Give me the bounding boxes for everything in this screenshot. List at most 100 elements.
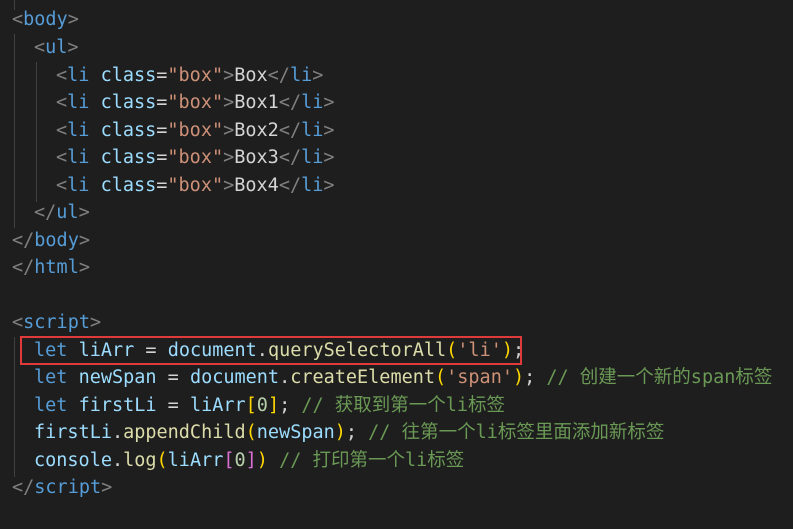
dot: . bbox=[111, 449, 124, 471]
operator: = bbox=[167, 394, 179, 416]
angle-bracket: > bbox=[323, 174, 335, 196]
code-line[interactable]: <li class="box">Box2</li> bbox=[56, 117, 335, 145]
variable: liArr bbox=[167, 449, 224, 471]
equals-sign: = bbox=[156, 92, 168, 113]
paren: ) bbox=[256, 449, 268, 471]
code-line[interactable]: <script> bbox=[12, 309, 101, 337]
code-line[interactable]: <li class="box">Box4</li> bbox=[56, 172, 335, 200]
tag-name: li bbox=[67, 92, 90, 113]
code-line[interactable]: <li class="box">Box1</li> bbox=[56, 89, 335, 117]
indent-guide bbox=[14, 337, 15, 477]
tag-name: script bbox=[34, 477, 102, 498]
tag-name: body bbox=[34, 229, 79, 251]
code-line[interactable]: let firstLi = liArr[0]; // 获取到第一个li标签 bbox=[34, 392, 505, 420]
attribute-value: "box" bbox=[167, 64, 224, 86]
tag-name: li bbox=[67, 119, 90, 141]
angle-bracket: </ bbox=[278, 92, 302, 113]
tag-name: body bbox=[23, 9, 68, 30]
code-line[interactable]: let newSpan = document.createElement('sp… bbox=[34, 364, 772, 392]
tag-name: li bbox=[301, 92, 324, 113]
code-line[interactable]: let liArr = document.querySelectorAll('l… bbox=[34, 337, 524, 365]
code-line[interactable]: </ul> bbox=[34, 199, 90, 227]
angle-bracket: > bbox=[223, 147, 235, 168]
object: document bbox=[189, 367, 280, 388]
bracket: ] bbox=[267, 394, 280, 416]
angle-bracket: > bbox=[323, 147, 335, 168]
equals-sign: = bbox=[156, 64, 168, 86]
angle-bracket: </ bbox=[12, 257, 35, 278]
operator: = bbox=[145, 339, 157, 361]
dot: . bbox=[111, 422, 124, 443]
angle-bracket: > bbox=[323, 119, 335, 141]
paren: ) bbox=[501, 339, 513, 361]
keyword: let bbox=[34, 367, 68, 388]
variable: firstLi bbox=[78, 394, 157, 416]
tag-name: li bbox=[289, 64, 313, 86]
code-line[interactable]: <body> bbox=[12, 6, 79, 34]
code-line[interactable]: <ul> bbox=[34, 34, 79, 62]
angle-bracket: > bbox=[323, 92, 335, 113]
code-line[interactable]: </html> bbox=[12, 254, 90, 282]
paren: ) bbox=[334, 422, 346, 443]
angle-bracket: > bbox=[223, 64, 235, 86]
angle-bracket: > bbox=[67, 37, 79, 58]
angle-bracket: </ bbox=[278, 174, 302, 196]
angle-bracket: > bbox=[67, 9, 79, 30]
code-line[interactable]: </body> bbox=[12, 227, 90, 255]
angle-bracket: </ bbox=[12, 477, 35, 498]
code-comment: // 获取到第一个li标签 bbox=[301, 394, 506, 416]
code-line[interactable]: <li class="box">Box3</li> bbox=[56, 144, 335, 172]
bracket: [ bbox=[223, 449, 235, 471]
code-line[interactable]: console.log(liArr[0]) // 打印第一个li标签 bbox=[34, 447, 464, 475]
tag-name: ul bbox=[45, 37, 68, 58]
paren: ( bbox=[156, 449, 168, 471]
code-comment: // 往第一个li标签里面添加新标签 bbox=[368, 422, 665, 443]
equals-sign: = bbox=[156, 174, 168, 196]
code-comment: // 打印第一个li标签 bbox=[279, 449, 465, 471]
angle-bracket: > bbox=[78, 257, 90, 278]
angle-bracket: > bbox=[312, 64, 324, 86]
tag-name: li bbox=[301, 174, 324, 196]
angle-bracket: > bbox=[101, 477, 113, 498]
function-name: querySelectorAll bbox=[267, 339, 447, 361]
attribute-name: class bbox=[100, 174, 157, 196]
paren: ) bbox=[512, 367, 525, 388]
tag-name: li bbox=[67, 147, 90, 168]
li-text: Box1 bbox=[234, 92, 279, 113]
dot: . bbox=[256, 339, 268, 361]
angle-bracket: > bbox=[223, 92, 235, 113]
angle-bracket: < bbox=[56, 64, 68, 86]
attribute-name: class bbox=[100, 147, 157, 168]
tag-name: li bbox=[67, 64, 90, 86]
angle-bracket: < bbox=[12, 312, 24, 333]
code-editor[interactable]: <body> <ul> <li class="box">Box</li> <li… bbox=[0, 0, 793, 529]
tag-name: script bbox=[23, 312, 90, 333]
code-line[interactable]: </script> bbox=[12, 474, 112, 502]
string-literal: 'span' bbox=[446, 367, 513, 388]
tag-name: html bbox=[34, 257, 79, 278]
angle-bracket: > bbox=[223, 119, 235, 141]
code-line[interactable]: <li class="box">Box</li> bbox=[56, 62, 323, 90]
angle-bracket: </ bbox=[278, 147, 302, 168]
angle-bracket: < bbox=[56, 92, 68, 113]
angle-bracket: </ bbox=[12, 229, 35, 251]
code-line[interactable]: firstLi.appendChild(newSpan); // 往第一个li标… bbox=[34, 419, 664, 447]
attribute-value: "box" bbox=[167, 92, 224, 113]
angle-bracket: > bbox=[223, 174, 235, 196]
angle-bracket: </ bbox=[278, 119, 302, 141]
li-text: Box3 bbox=[234, 147, 279, 168]
tag-name: ul bbox=[56, 202, 79, 223]
variable: liArr bbox=[78, 339, 135, 361]
bracket: [ bbox=[245, 394, 257, 416]
variable: newSpan bbox=[256, 422, 335, 443]
angle-bracket: </ bbox=[267, 64, 290, 86]
tag-name: li bbox=[67, 174, 90, 196]
number-literal: 0 bbox=[234, 449, 246, 471]
semicolon: ; bbox=[279, 394, 291, 416]
paren: ( bbox=[245, 422, 257, 443]
keyword: let bbox=[34, 394, 68, 416]
number-literal: 0 bbox=[256, 394, 268, 416]
bracket: ] bbox=[245, 449, 257, 471]
function-name: appendChild bbox=[123, 422, 246, 443]
attribute-name: class bbox=[100, 92, 157, 113]
